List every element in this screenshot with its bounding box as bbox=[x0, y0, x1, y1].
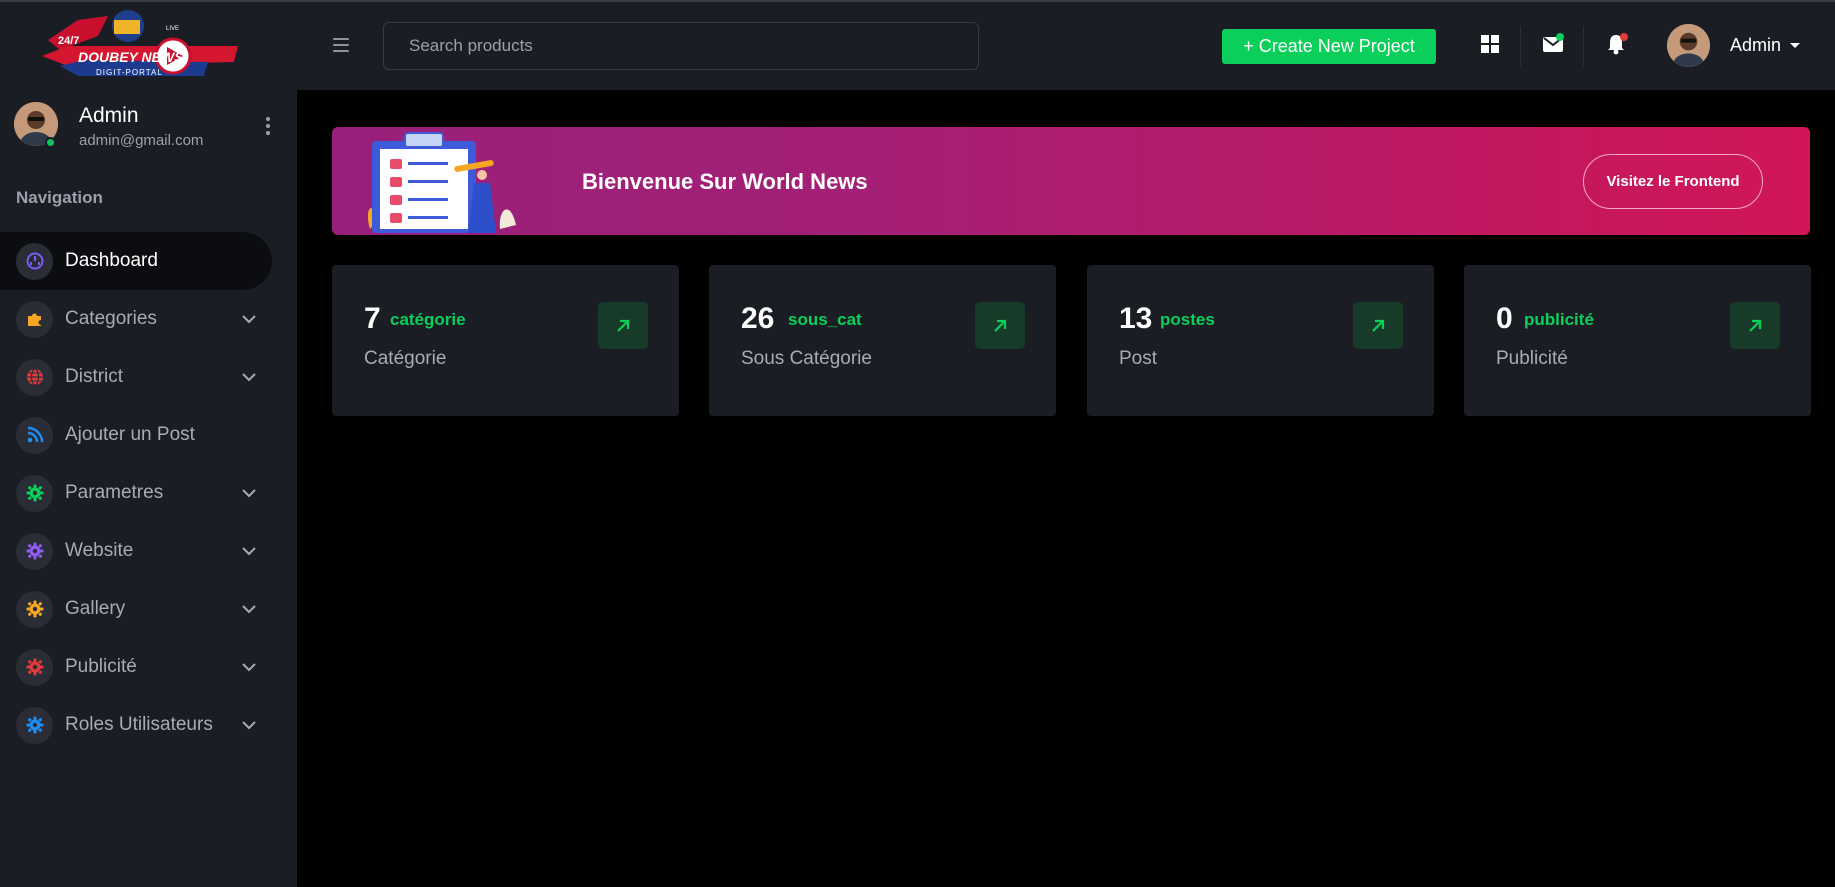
sidebar-item-label: Categories bbox=[65, 308, 157, 329]
sidebar-item-label: Parametres bbox=[65, 482, 164, 503]
caret-down-icon[interactable] bbox=[1790, 43, 1800, 48]
sidebar-user-profile: Admin admin@gmail.com bbox=[14, 102, 284, 152]
stat-tag: catégorie bbox=[390, 310, 466, 329]
arrow-up-right-icon[interactable] bbox=[975, 302, 1025, 349]
clipboard-illustration bbox=[350, 129, 526, 235]
stat-tag: sous_cat bbox=[788, 310, 862, 329]
mail-badge bbox=[1556, 33, 1564, 41]
arrow-up-right-icon[interactable] bbox=[1353, 302, 1403, 349]
sidebar-item-categories[interactable]: Categories bbox=[0, 290, 297, 348]
online-status-dot bbox=[45, 137, 56, 148]
window-top-border bbox=[0, 0, 1835, 2]
logo-text-247: 24/7 bbox=[58, 35, 79, 47]
banner-title: Bienvenue Sur World News bbox=[582, 169, 868, 194]
sidebar-item-gallery[interactable]: Gallery bbox=[0, 580, 297, 638]
visit-frontend-button[interactable]: Visitez le Frontend bbox=[1583, 154, 1763, 209]
sidebar-nav: Dashboard Categories District Ajouter un… bbox=[0, 232, 297, 754]
stat-value: 0 bbox=[1496, 302, 1513, 335]
dashboard-icon bbox=[16, 242, 53, 280]
header-divider bbox=[1583, 26, 1584, 66]
stat-tag: publicité bbox=[1524, 310, 1594, 329]
sidebar-item-label: Ajouter un Post bbox=[65, 424, 195, 445]
chevron-down-icon[interactable] bbox=[240, 310, 258, 328]
menu-toggle-icon[interactable] bbox=[333, 38, 349, 52]
chevron-down-icon[interactable] bbox=[240, 600, 258, 618]
sidebar-item-publicite[interactable]: Publicité bbox=[0, 638, 297, 696]
puzzle-icon bbox=[16, 300, 53, 338]
arrow-up-right-icon[interactable] bbox=[1730, 302, 1780, 349]
stat-value: 7 bbox=[364, 302, 381, 335]
logo-text-sub: DIGIT-PORTAL bbox=[96, 68, 163, 77]
stat-label: Sous Catégorie bbox=[741, 348, 872, 369]
search-input[interactable] bbox=[383, 22, 979, 70]
gear-icon bbox=[16, 590, 53, 628]
nav-section-title: Navigation bbox=[16, 188, 103, 207]
user-name: Admin bbox=[79, 104, 139, 127]
logo-text-name: DOUBEY NEWS bbox=[78, 49, 184, 65]
chevron-down-icon[interactable] bbox=[240, 716, 258, 734]
stat-value: 13 bbox=[1119, 302, 1153, 335]
stat-card-categorie: 7 catégorie Catégorie bbox=[332, 265, 679, 416]
stat-tag: postes bbox=[1160, 310, 1215, 329]
sidebar-item-parametres[interactable]: Parametres bbox=[0, 464, 297, 522]
sidebar-item-label: Roles Utilisateurs bbox=[65, 714, 213, 735]
user-email: admin@gmail.com bbox=[79, 132, 204, 149]
sidebar-item-roles-utilisateurs[interactable]: Roles Utilisateurs bbox=[0, 696, 297, 754]
stat-card-publicite: 0 publicité Publicité bbox=[1464, 265, 1811, 416]
brand-logo[interactable]: 24/7 DOUBEY NEWS DIGIT-PORTAL LIVE bbox=[38, 6, 248, 86]
sidebar-item-ajouter-un-post[interactable]: Ajouter un Post bbox=[0, 406, 297, 464]
sidebar-item-label: Dashboard bbox=[65, 250, 158, 271]
bell-badge bbox=[1620, 33, 1628, 41]
gear-icon bbox=[16, 706, 53, 744]
sidebar-item-label: District bbox=[65, 366, 124, 387]
stat-label: Catégorie bbox=[364, 348, 447, 369]
gear-icon bbox=[16, 474, 53, 512]
gear-icon bbox=[16, 648, 53, 686]
chevron-down-icon[interactable] bbox=[240, 658, 258, 676]
arrow-up-right-icon[interactable] bbox=[598, 302, 648, 349]
rss-icon bbox=[16, 416, 53, 454]
chevron-down-icon[interactable] bbox=[240, 484, 258, 502]
sidebar-item-website[interactable]: Website bbox=[0, 522, 297, 580]
header-avatar[interactable] bbox=[1667, 24, 1710, 67]
stat-label: Publicité bbox=[1496, 348, 1568, 369]
more-options-icon[interactable] bbox=[258, 114, 278, 138]
top-header: + Create New Project Admin bbox=[297, 0, 1835, 90]
stat-card-postes: 13 postes Post bbox=[1087, 265, 1434, 416]
chevron-down-icon[interactable] bbox=[240, 368, 258, 386]
stat-value: 26 bbox=[741, 302, 775, 335]
sidebar-item-label: Website bbox=[65, 540, 134, 561]
stat-card-sous-cat: 26 sous_cat Sous Catégorie bbox=[709, 265, 1056, 416]
gear-icon bbox=[16, 532, 53, 570]
sidebar-item-label: Gallery bbox=[65, 598, 126, 619]
apps-grid-icon[interactable] bbox=[1479, 33, 1501, 55]
globe-icon bbox=[16, 358, 53, 396]
welcome-banner: Bienvenue Sur World News Visitez le Fron… bbox=[332, 127, 1810, 235]
logo-text-live: LIVE bbox=[166, 26, 179, 32]
stat-label: Post bbox=[1119, 348, 1158, 369]
sidebar-item-label: Publicité bbox=[65, 656, 137, 677]
header-divider bbox=[1520, 26, 1521, 66]
create-new-project-button[interactable]: + Create New Project bbox=[1222, 29, 1436, 64]
chevron-down-icon[interactable] bbox=[240, 542, 258, 560]
header-admin-menu[interactable]: Admin bbox=[1730, 35, 1781, 56]
sidebar-item-district[interactable]: District bbox=[0, 348, 297, 406]
sidebar: 24/7 DOUBEY NEWS DIGIT-PORTAL LIVE Admin… bbox=[0, 0, 297, 887]
sidebar-item-dashboard[interactable]: Dashboard bbox=[0, 232, 272, 290]
